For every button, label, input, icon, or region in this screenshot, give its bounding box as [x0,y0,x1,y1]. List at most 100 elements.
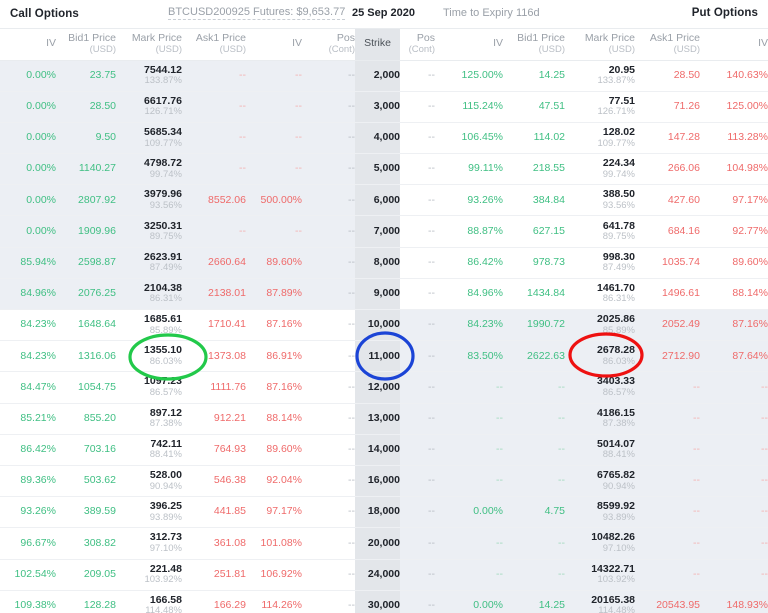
call-iv-ask[interactable]: 87.16% [246,309,302,342]
call-iv-bid[interactable]: 89.36% [0,465,56,498]
table-row[interactable]: 85.21% 855.20 897.12 87.38% 912.21 88.14% -- 13… [0,403,768,435]
call-pos[interactable]: -- [302,184,355,217]
strike-cell[interactable]: 3,000 [355,91,400,123]
put-mark[interactable]: 77.51 126.71% [565,91,635,123]
put-pos[interactable]: -- [400,153,435,186]
put-pos[interactable]: -- [400,434,435,466]
put-iv-ask[interactable]: 113.28% [700,122,768,155]
put-bid1[interactable]: 4.75 [503,496,565,529]
call-iv-ask[interactable]: 97.17% [246,496,302,529]
strike-cell[interactable]: 24,000 [355,559,400,591]
call-bid1[interactable]: 23.75 [56,60,116,92]
call-ask1[interactable]: 764.93 [182,434,246,466]
put-ask1[interactable]: -- [635,496,700,529]
col-call-bid1[interactable]: Bid1 Price (USD) [56,29,116,61]
put-iv-ask[interactable]: 140.63% [700,60,768,92]
call-iv-bid[interactable]: 85.21% [0,403,56,435]
put-mark[interactable]: 2678.28 86.03% [565,340,635,373]
call-pos[interactable]: -- [302,122,355,155]
put-iv-bid[interactable]: -- [435,403,503,435]
put-bid1[interactable]: -- [503,403,565,435]
call-iv-ask[interactable]: 500.00% [246,184,302,217]
put-iv-bid[interactable]: 83.50% [435,340,503,373]
call-pos[interactable]: -- [302,559,355,591]
put-ask1[interactable]: 71.26 [635,91,700,123]
put-mark[interactable]: 3403.33 86.57% [565,371,635,404]
put-ask1[interactable]: 147.28 [635,122,700,155]
call-iv-ask[interactable]: 101.08% [246,527,302,560]
call-iv-bid[interactable]: 86.42% [0,434,56,466]
col-put-pos[interactable]: Pos (Cont) [400,29,435,61]
put-iv-ask[interactable]: -- [700,371,768,404]
col-put-iv[interactable]: IV [435,29,503,61]
put-iv-bid[interactable]: 93.26% [435,184,503,217]
call-mark[interactable]: 312.73 97.10% [116,527,182,560]
put-mark[interactable]: 20165.38 114.48% [565,590,635,613]
put-bid1[interactable]: -- [503,371,565,404]
put-iv-bid[interactable]: -- [435,559,503,591]
call-iv-ask[interactable]: -- [246,91,302,123]
put-iv-bid[interactable]: 0.00% [435,590,503,613]
call-mark[interactable]: 3250.31 89.75% [116,215,182,248]
col-call-iv[interactable]: IV [0,29,56,61]
table-row[interactable]: 84.23% 1648.64 1685.61 85.89% 1710.41 87.16% -… [0,309,768,342]
call-iv-bid[interactable]: 0.00% [0,184,56,217]
put-bid1[interactable]: 218.55 [503,153,565,186]
col-put-mark[interactable]: Mark Price (USD) [565,29,635,61]
strike-cell[interactable]: 18,000 [355,496,400,529]
put-iv-bid[interactable]: 86.42% [435,247,503,279]
call-pos[interactable]: -- [302,465,355,498]
put-ask1[interactable]: 684.16 [635,215,700,248]
call-mark[interactable]: 1097.23 86.57% [116,371,182,404]
call-iv-bid[interactable]: 102.54% [0,559,56,591]
call-pos[interactable]: -- [302,496,355,529]
expiry-date-label[interactable]: 25 Sep 2020 [352,7,415,19]
put-iv-ask[interactable]: 92.77% [700,215,768,248]
call-mark[interactable]: 897.12 87.38% [116,403,182,435]
strike-cell[interactable]: 16,000 [355,465,400,498]
put-pos[interactable]: -- [400,559,435,591]
call-iv-ask[interactable]: 87.89% [246,278,302,311]
put-bid1[interactable]: -- [503,559,565,591]
call-iv-ask[interactable]: 86.91% [246,340,302,373]
put-iv-ask[interactable]: -- [700,527,768,560]
put-iv-bid[interactable]: 84.96% [435,278,503,311]
call-ask1[interactable]: 2138.01 [182,278,246,311]
put-mark[interactable]: 6765.82 90.94% [565,465,635,498]
put-iv-ask[interactable]: 148.93% [700,590,768,613]
put-mark[interactable]: 128.02 109.77% [565,122,635,155]
call-ask1[interactable]: -- [182,91,246,123]
call-ask1[interactable]: 1710.41 [182,309,246,342]
put-pos[interactable]: -- [400,278,435,311]
col-call-ask1[interactable]: Ask1 Price (USD) [182,29,246,61]
strike-cell[interactable]: 2,000 [355,60,400,92]
put-pos[interactable]: -- [400,371,435,404]
call-mark[interactable]: 1355.10 86.03% [116,340,182,373]
table-row[interactable]: 89.36% 503.62 528.00 90.94% 546.38 92.04% -- 16… [0,465,768,498]
put-ask1[interactable]: 266.06 [635,153,700,186]
call-bid1[interactable]: 855.20 [56,403,116,435]
call-iv-bid[interactable]: 93.26% [0,496,56,529]
col-call-pos[interactable]: Pos (Cont) [302,29,355,61]
put-mark[interactable]: 20.95 133.87% [565,60,635,92]
put-mark[interactable]: 14322.71 103.92% [565,559,635,591]
put-pos[interactable]: -- [400,60,435,92]
call-mark[interactable]: 6617.76 126.71% [116,91,182,123]
call-ask1[interactable]: 166.29 [182,590,246,613]
strike-cell[interactable]: 5,000 [355,153,400,186]
strike-cell[interactable]: 10,000 [355,309,400,342]
put-pos[interactable]: -- [400,465,435,498]
strike-cell[interactable]: 9,000 [355,278,400,311]
call-iv-bid[interactable]: 0.00% [0,91,56,123]
put-pos[interactable]: -- [400,215,435,248]
table-row[interactable]: 96.67% 308.82 312.73 97.10% 361.08 101.08% -- 2… [0,527,768,560]
call-bid1[interactable]: 703.16 [56,434,116,466]
put-iv-bid[interactable]: 125.00% [435,60,503,92]
call-ask1[interactable]: -- [182,60,246,92]
strike-cell[interactable]: 8,000 [355,247,400,279]
call-mark[interactable]: 7544.12 133.87% [116,60,182,92]
put-mark[interactable]: 4186.15 87.38% [565,403,635,435]
put-ask1[interactable]: -- [635,371,700,404]
strike-cell[interactable]: 12,000 [355,371,400,404]
put-mark[interactable]: 10482.26 97.10% [565,527,635,560]
